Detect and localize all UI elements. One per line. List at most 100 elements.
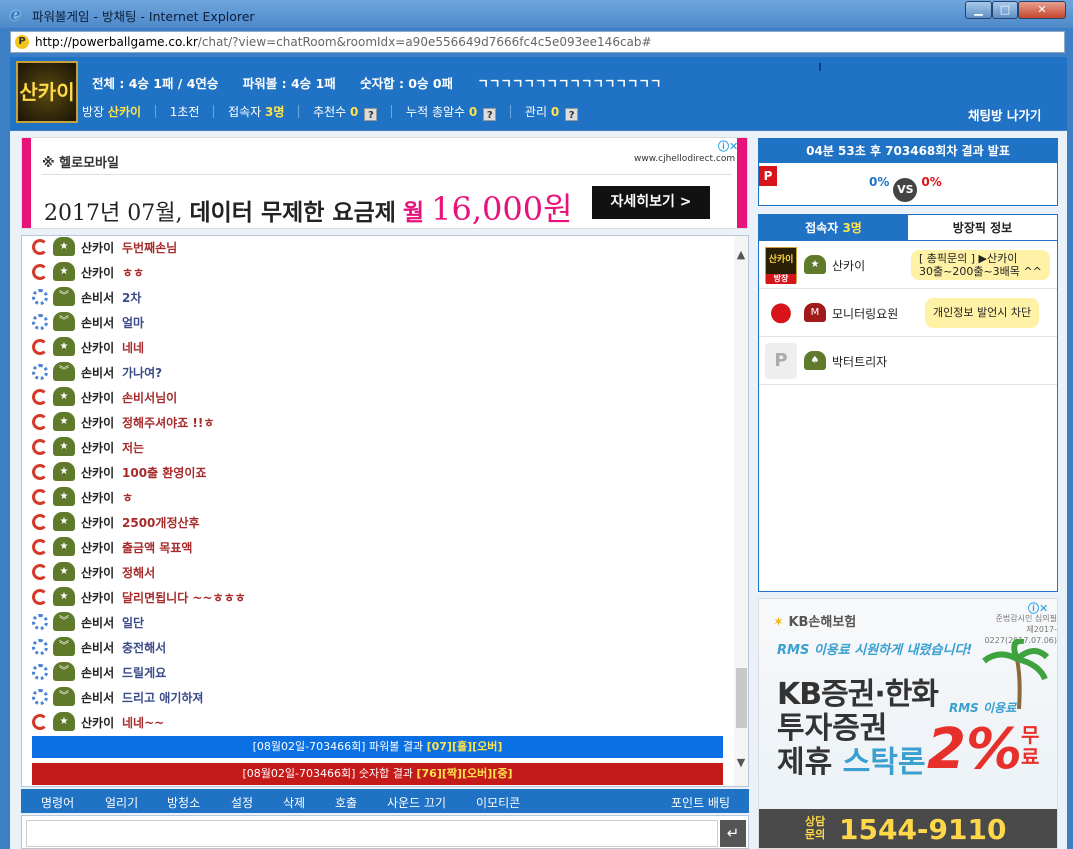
chat-nick[interactable]: 산카이 [81, 489, 114, 506]
tab-users[interactable]: 접속자 3명 [759, 215, 908, 241]
emoticon-button[interactable]: 이모티콘 [476, 794, 520, 811]
chat-message: ︾ 손비서 얼마 [22, 311, 722, 336]
minimize-button[interactable]: ▁ [965, 1, 992, 19]
tab-host-pick[interactable]: 방장픽 정보 [908, 215, 1057, 241]
scroll-down-icon[interactable]: ▼ [734, 756, 748, 770]
chat-nick[interactable]: 산카이 [81, 514, 114, 531]
user-row[interactable]: P ♠ 박터트리자 [759, 337, 1057, 385]
chat-nick[interactable]: 손비서 [81, 289, 114, 306]
chat-input-row: ↵ [21, 815, 749, 849]
total-count: 0 [468, 105, 478, 119]
address-bar[interactable]: P http://powerballgame.co.kr/chat/?view=… [10, 31, 1065, 53]
user-row[interactable]: ● M 모니터링요원 개인정보 발언시 차단 [759, 289, 1057, 337]
chat-message: ★ 산카이 2500개정산후 [22, 511, 722, 536]
leave-room-button[interactable]: 채팅방 나가기 [968, 105, 1041, 124]
user-grade-icon [32, 489, 48, 505]
ad-side-call-label: 상담문의 [805, 815, 826, 841]
top-banner-ad[interactable]: ※ 헬로모바일 www.cjhellodirect.com 2017년 07월,… [21, 137, 748, 229]
users-label: 접속자 [228, 105, 262, 119]
user-level-icon: ★ [53, 562, 75, 581]
manage-help-button[interactable]: ? [565, 108, 579, 121]
internet-explorer-icon: e [10, 5, 21, 25]
ad-side-rms2: RMS 이용료 [949, 701, 1017, 715]
user-grade-icon [32, 389, 48, 405]
delete-button[interactable]: 삭제 [283, 794, 305, 811]
chat-nick[interactable]: 손비서 [81, 664, 114, 681]
chat-nick[interactable]: 산카이 [81, 539, 114, 556]
chat-text: 100출 환영이죠 [122, 466, 207, 480]
chat-text: 정해주셔야죠 !!ㅎ [122, 416, 215, 430]
host-name: 산카이 [107, 105, 142, 119]
call-button[interactable]: 호출 [335, 794, 357, 811]
ad-side-footer: 상담문의 1544-9110 [759, 809, 1057, 848]
chat-nick[interactable]: 산카이 [81, 714, 114, 731]
chat-nick[interactable]: 산카이 [81, 414, 114, 431]
chat-nick[interactable]: 산카이 [81, 389, 114, 406]
ad-side-brand: ✶ KB손해보험 [773, 615, 857, 630]
total-help-button[interactable]: ? [483, 108, 497, 121]
cmd-button[interactable]: 명령어 [41, 794, 74, 811]
clean-button[interactable]: 방청소 [167, 794, 200, 811]
user-grade-icon [32, 414, 48, 430]
chat-message: ★ 산카이 100출 환영이죠 [22, 461, 722, 486]
send-icon[interactable]: ↵ [720, 820, 746, 847]
chat-message: ★ 산카이 정해주셔야죠 !!ㅎ [22, 411, 722, 436]
host-label: 방장 [82, 105, 105, 119]
result-score: 0%VS0% [869, 175, 942, 202]
chat-text: ㅎㅎ [122, 266, 145, 280]
user-name: 모니터링요원 [832, 307, 899, 321]
chat-message: ︾ 손비서 일단 [22, 611, 722, 636]
chat-message: ★ 산카이 ㅎ [22, 486, 722, 511]
point-bet-button[interactable]: 포인트 배팅 [671, 794, 730, 811]
chat-nick[interactable]: 손비서 [81, 614, 114, 631]
maximize-button[interactable]: □ [992, 1, 1018, 19]
chat-nick[interactable]: 산카이 [81, 239, 114, 256]
chat-nick[interactable]: 손비서 [81, 689, 114, 706]
chat-nick[interactable]: 산카이 [81, 264, 114, 281]
user-grade-icon [32, 314, 48, 330]
chat-nick[interactable]: 손비서 [81, 364, 114, 381]
ad-side-rms: RMS 이용료 시원하게 내렸습니다! [777, 643, 973, 658]
chat-log[interactable]: ★ 산카이 네네~~ ︾ 손비서 드리고 애기하져 ︾ 손비서 드릴게요 ︾ 손비서 충전해서 ︾ 손비서… [21, 235, 749, 787]
user-level-icon: ★ [53, 237, 75, 256]
freeze-button[interactable]: 얼리기 [105, 794, 138, 811]
user-level-icon: ★ [804, 255, 826, 274]
recommend-count: 0 [350, 105, 359, 119]
adchoices-icon[interactable]: ⓘ✕ [1028, 600, 1056, 615]
ad-brand: ※ 헬로모바일 [42, 156, 119, 171]
chat-nick[interactable]: 산카이 [81, 589, 114, 606]
chat-scrollbar[interactable]: ▲ ▼ [734, 236, 748, 786]
chat-input[interactable] [26, 820, 718, 847]
main-area: ※ 헬로모바일 www.cjhellodirect.com 2017년 07월,… [10, 131, 1067, 849]
chat-nick[interactable]: 산카이 [81, 564, 114, 581]
chat-message: ︾ 손비서 드리고 애기하져 [22, 686, 722, 711]
ad-cta-button[interactable]: 자세히보기 > [592, 186, 710, 219]
window-title: 파워볼게임 - 방채팅 - Internet Explorer [32, 9, 255, 24]
user-grade-icon [32, 539, 48, 555]
user-level-icon: ★ [53, 587, 75, 606]
user-row[interactable]: 산카이 방장 ★ 산카이 [ 총픽문의 ] ▶산카이 30출~200출~3배목 ^^ [759, 241, 1057, 289]
chat-message: ★ 산카이 네네 [22, 336, 722, 361]
sum-result-notice: [08월02일-703466회] 숫자합 결과 [76][짝][오버][중] [32, 763, 723, 785]
chat-nick[interactable]: 손비서 [81, 314, 114, 331]
chat-nick[interactable]: 산카이 [81, 464, 114, 481]
settings-button[interactable]: 설정 [231, 794, 253, 811]
sound-off-button[interactable]: 사운드 끄기 [387, 794, 446, 811]
chat-nick[interactable]: 산카이 [81, 339, 114, 356]
scroll-up-icon[interactable]: ▲ [734, 248, 748, 262]
recommend-label: 추천수 [313, 105, 347, 119]
manage-count: 0 [550, 105, 560, 119]
user-grade-icon [32, 564, 48, 580]
adchoices-icon[interactable]: ⓘ✕ [718, 138, 746, 153]
chat-message: ︾ 손비서 2차 [22, 286, 722, 311]
ad-side-pct: 2% [927, 717, 1023, 782]
chat-nick[interactable]: 손비서 [81, 639, 114, 656]
scroll-thumb[interactable] [736, 668, 747, 728]
site-favicon-icon: P [15, 35, 29, 49]
chat-nick[interactable]: 산카이 [81, 439, 114, 456]
side-banner-ad[interactable]: ✶ KB손해보험 준법감시인 심의필 제2017-0227(2017.07.06)… [758, 598, 1058, 849]
close-button[interactable]: ✕ [1018, 1, 1066, 19]
user-grade-icon [32, 514, 48, 530]
recommend-help-button[interactable]: ? [364, 108, 378, 121]
chat-text: 네네 [122, 341, 145, 355]
